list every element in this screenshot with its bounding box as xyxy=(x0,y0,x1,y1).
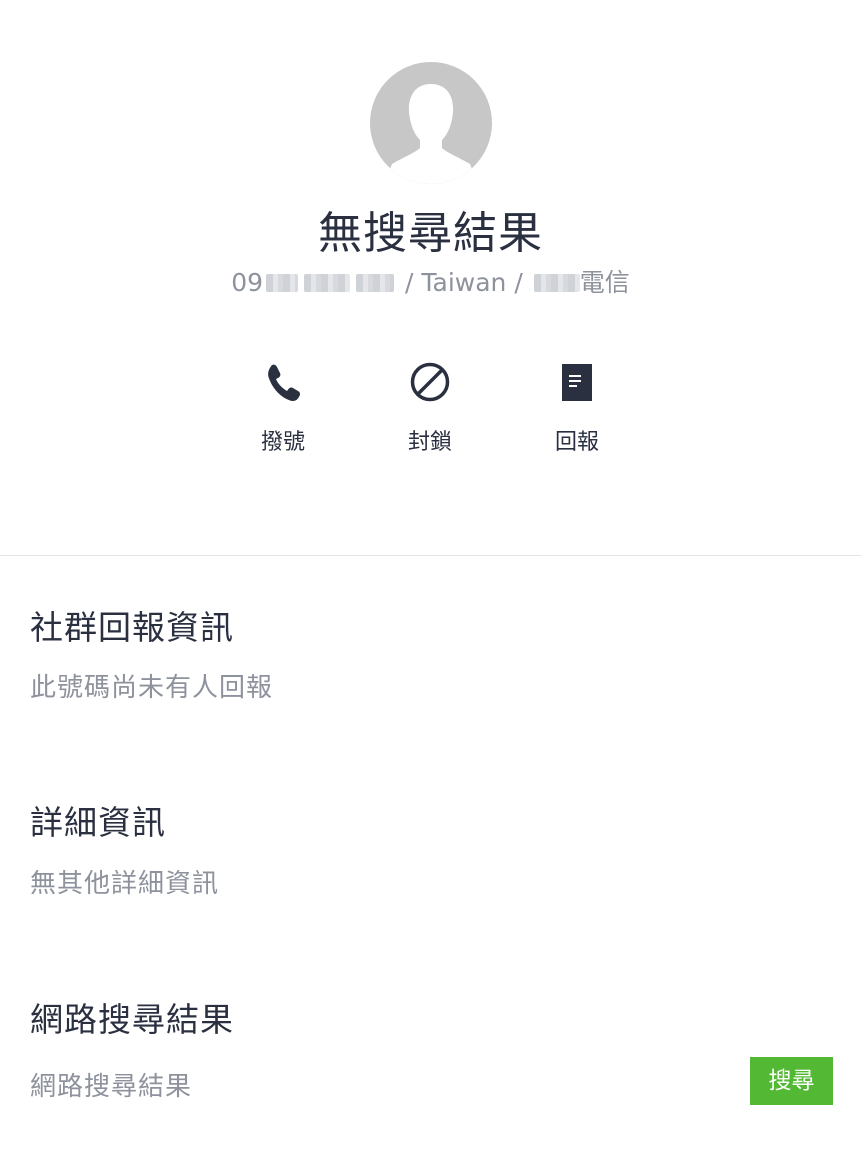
person-silhouette-icon xyxy=(384,84,478,184)
call-label: 撥號 xyxy=(260,430,305,455)
phone-prefix: 09 xyxy=(231,268,264,297)
report-label: 回報 xyxy=(554,430,599,455)
carrier-label: 電信 xyxy=(579,268,630,297)
country-label: Taiwan xyxy=(421,268,507,297)
separator: / xyxy=(514,268,523,297)
details-body: 無其他詳細資訊 xyxy=(30,869,220,899)
block-label: 封鎖 xyxy=(407,430,452,455)
community-report-body: 此號碼尚未有人回報 xyxy=(30,673,274,703)
redacted-block xyxy=(304,274,351,292)
action-bar: 撥號 封鎖 回報 xyxy=(0,360,861,470)
search-button[interactable]: 搜尋 xyxy=(750,1057,833,1105)
web-search-title: 網路搜尋結果 xyxy=(30,1000,234,1039)
phone-icon xyxy=(263,360,303,404)
redacted-block xyxy=(266,274,299,292)
phone-info-line: 09 / Taiwan / 電信 xyxy=(0,266,861,300)
details-title: 詳細資訊 xyxy=(30,803,166,842)
redacted-block xyxy=(533,274,580,292)
separator: / xyxy=(405,268,414,297)
divider xyxy=(0,555,861,556)
page-title: 無搜尋結果 xyxy=(318,208,543,259)
report-document-icon xyxy=(557,360,597,404)
call-button[interactable]: 撥號 xyxy=(228,360,338,470)
redacted-block xyxy=(356,274,395,292)
avatar xyxy=(370,62,492,184)
web-search-body: 網路搜尋結果 xyxy=(30,1072,193,1102)
block-button[interactable]: 封鎖 xyxy=(375,360,485,470)
block-icon xyxy=(410,360,450,404)
report-button[interactable]: 回報 xyxy=(522,360,632,470)
community-report-title: 社群回報資訊 xyxy=(30,608,234,647)
